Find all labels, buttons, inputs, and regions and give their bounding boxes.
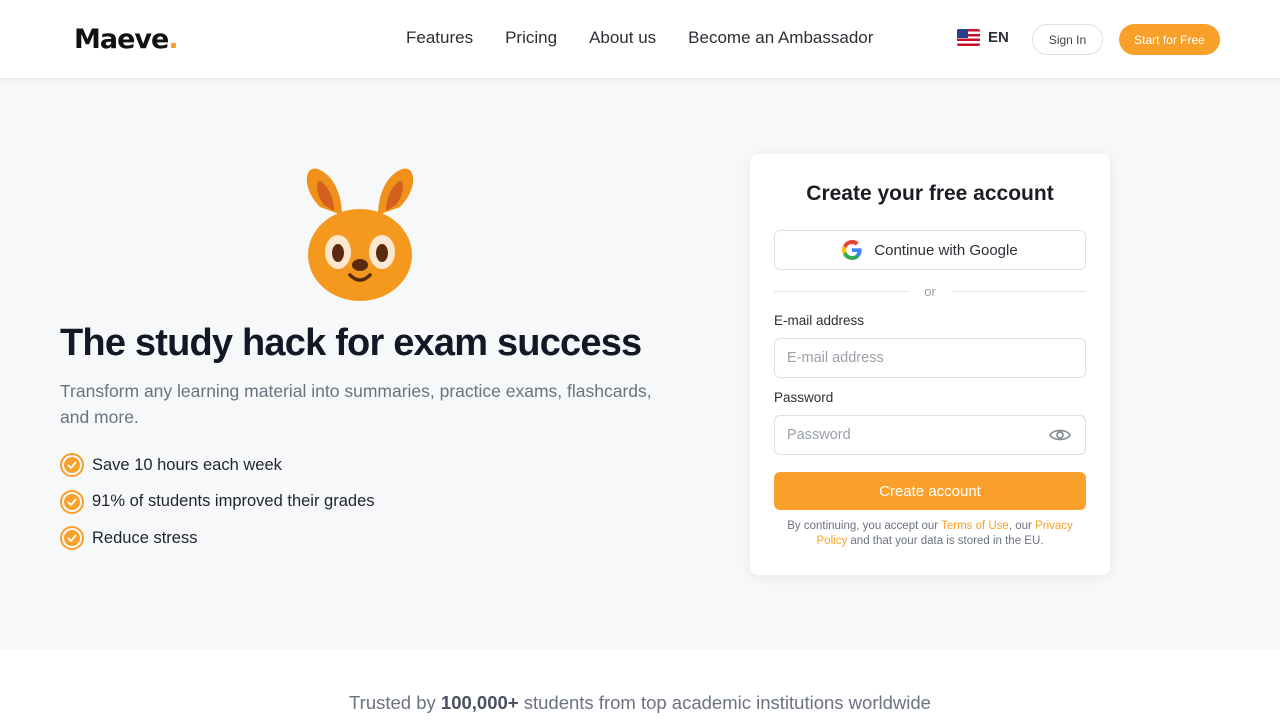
nav-about-us[interactable]: About us [589, 28, 656, 48]
benefit-list: Save 10 hours each week 91% of students … [60, 453, 375, 563]
nav-features[interactable]: Features [406, 28, 473, 48]
benefit-item: 91% of students improved their grades [60, 489, 375, 514]
password-label: Password [774, 390, 834, 405]
main-nav: Features Pricing About us Become an Amba… [406, 28, 873, 48]
terms-suffix: and that your data is stored in the EU. [847, 535, 1044, 547]
signup-card: Create your free account Continue with G… [750, 154, 1110, 575]
terms-of-use-link[interactable]: Terms of Use [941, 520, 1009, 532]
language-selector[interactable]: EN [957, 29, 1009, 46]
hero-section: The study hack for exam success Transfor… [0, 79, 1280, 650]
site-header: Maeve. Features Pricing About us Become … [0, 0, 1280, 79]
benefit-text: 91% of students improved their grades [92, 492, 375, 510]
password-field[interactable] [774, 415, 1086, 455]
create-account-button[interactable]: Create account [774, 472, 1086, 510]
hero-subtext: Transform any learning material into sum… [60, 381, 652, 427]
terms-notice: By continuing, you accept our Terms of U… [774, 519, 1086, 549]
email-field[interactable] [774, 338, 1086, 378]
squirrel-mascot-icon [306, 168, 414, 301]
check-circle-icon [60, 489, 84, 514]
nav-pricing[interactable]: Pricing [505, 28, 557, 48]
nav-become-ambassador[interactable]: Become an Ambassador [688, 28, 873, 48]
benefit-item: Save 10 hours each week [60, 453, 375, 477]
check-circle-icon [60, 526, 84, 550]
benefit-text: Reduce stress [92, 528, 198, 547]
us-flag-icon [957, 29, 980, 46]
logo-text: Maeve [74, 24, 169, 55]
language-label: EN [988, 29, 1009, 46]
trusted-prefix: Trusted by [349, 692, 441, 713]
continue-with-google-button[interactable]: Continue with Google [774, 230, 1086, 270]
terms-prefix: By continuing, you accept our [787, 520, 942, 532]
google-button-label: Continue with Google [874, 241, 1018, 259]
divider-text: or [924, 283, 936, 299]
logo-dot: . [168, 24, 178, 55]
start-for-free-button[interactable]: Start for Free [1119, 24, 1220, 55]
or-divider: or [774, 282, 1086, 300]
trusted-by-text: Trusted by 100,000+ students from top ac… [0, 692, 1280, 714]
trusted-count: 100,000+ [440, 692, 519, 713]
email-label: E-mail address [774, 313, 865, 328]
page-headline: The study hack for exam success [60, 322, 642, 364]
google-g-icon [842, 240, 862, 260]
benefit-item: Reduce stress [60, 526, 375, 550]
terms-mid: , our [1008, 520, 1036, 532]
maeve-logo[interactable]: Maeve. [74, 24, 179, 55]
signup-title: Create your free account [806, 182, 1054, 205]
eye-icon[interactable] [1049, 426, 1071, 444]
sign-in-button[interactable]: Sign In [1032, 24, 1103, 55]
check-circle-icon [60, 453, 84, 477]
trusted-suffix: students from top academic institutions … [518, 692, 931, 713]
benefit-text: Save 10 hours each week [92, 455, 282, 474]
